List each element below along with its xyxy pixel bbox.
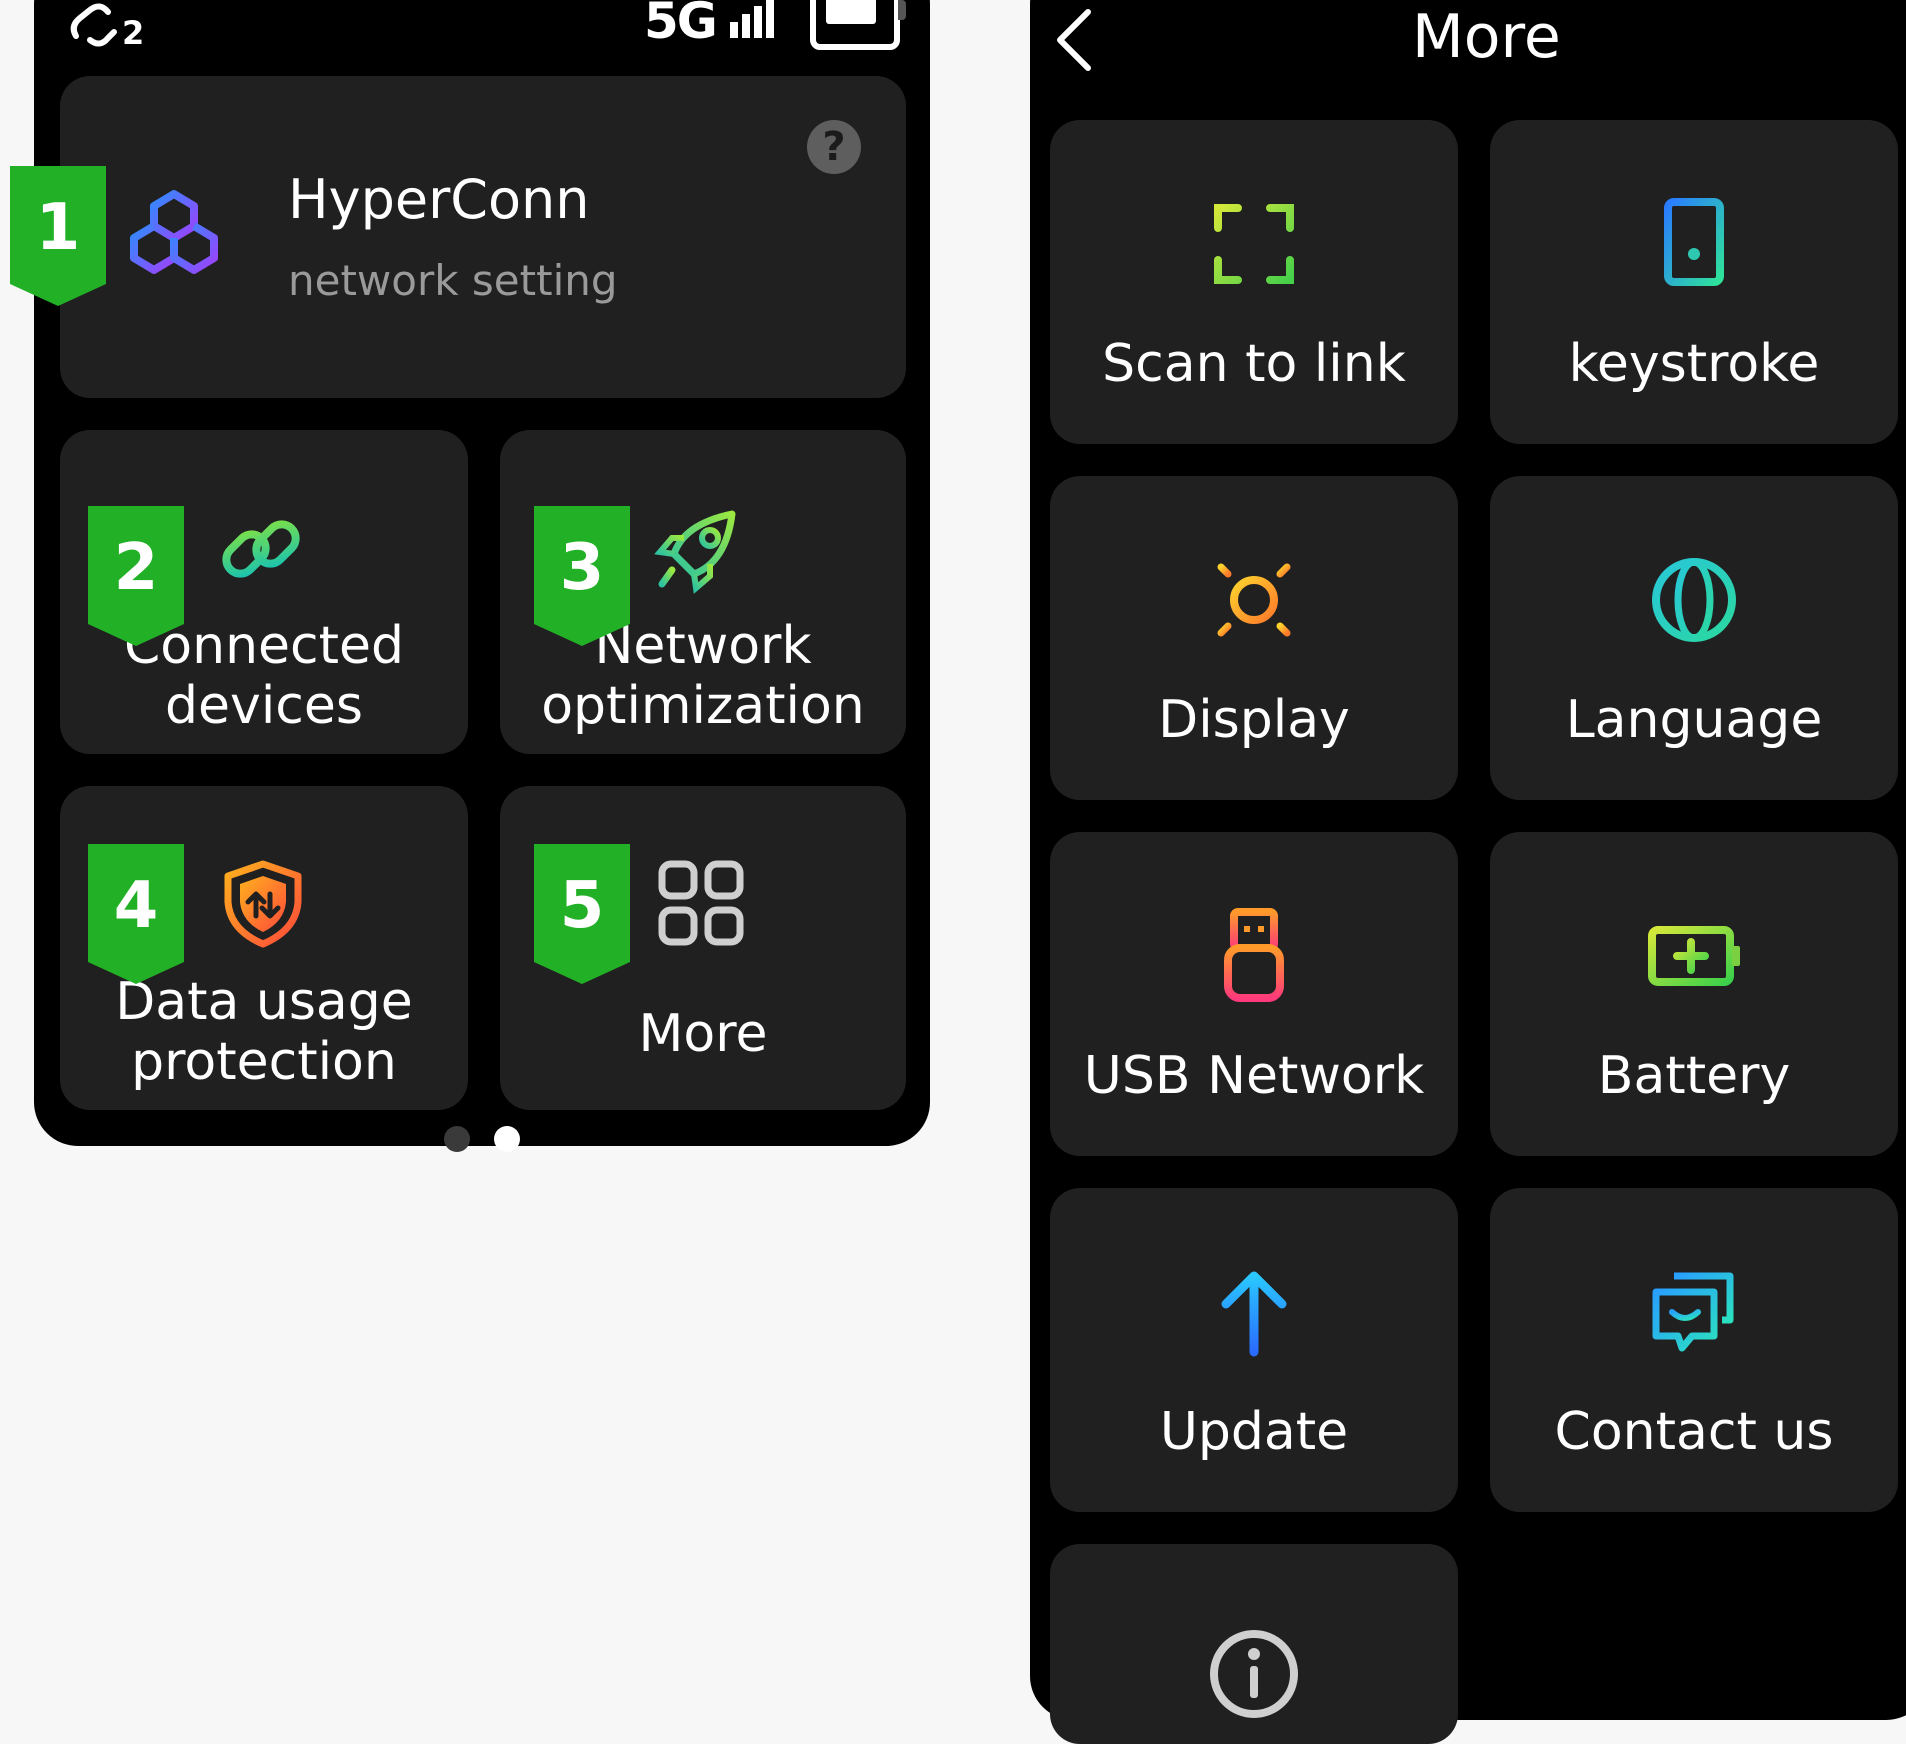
connected-devices-label-line2: devices — [165, 676, 363, 736]
rocket-icon — [654, 510, 736, 594]
data-usage-label-line2: protection — [131, 1032, 397, 1092]
scan-to-link-label: Scan to link — [1102, 334, 1406, 394]
about-item[interactable] — [1050, 1544, 1458, 1744]
callout-badge-2: 2 — [88, 506, 184, 646]
usb-network-item[interactable]: USB Network — [1050, 832, 1458, 1156]
link-status-icon: 2 — [70, 3, 144, 48]
hyperconn-logo-icon — [130, 190, 218, 274]
callout-badge-5: 5 — [534, 844, 630, 984]
callout-badge-1: 1 — [10, 166, 106, 306]
hyperconn-subtitle: network setting — [288, 256, 618, 305]
chat-icon — [1652, 1272, 1734, 1352]
page-indicator[interactable] — [444, 1126, 524, 1152]
network-optimization-label-line2: optimization — [541, 676, 865, 736]
more-tile-label: More — [638, 1004, 768, 1064]
network-type: 5G — [644, 0, 718, 50]
page-dot[interactable] — [444, 1126, 470, 1152]
scan-icon — [1214, 204, 1294, 284]
callout-badge-4: 4 — [88, 844, 184, 984]
battery-tip — [898, 0, 906, 20]
callout-badge-3: 3 — [534, 506, 630, 646]
language-item[interactable]: Language — [1490, 476, 1898, 800]
battery-item[interactable]: Battery — [1490, 832, 1898, 1156]
update-label: Update — [1159, 1402, 1349, 1462]
usb-icon — [1224, 908, 1284, 1002]
more-page-title: More — [1412, 2, 1561, 72]
back-arrow-icon[interactable] — [1054, 8, 1094, 72]
battery-label: Battery — [1597, 1046, 1791, 1106]
language-label: Language — [1565, 690, 1823, 750]
scan-to-link-item[interactable]: Scan to link — [1050, 120, 1458, 444]
sun-icon — [1204, 550, 1304, 650]
link-count: 2 — [122, 14, 144, 48]
update-item[interactable]: Update — [1050, 1188, 1458, 1512]
link-icon — [222, 520, 300, 578]
grid-icon — [658, 860, 744, 946]
page-dot-active[interactable] — [494, 1126, 520, 1152]
globe-icon — [1652, 558, 1736, 642]
display-item[interactable]: Display — [1050, 476, 1458, 800]
usb-network-label: USB Network — [1083, 1046, 1425, 1106]
contact-us-label: Contact us — [1554, 1402, 1834, 1462]
signal-icon — [730, 0, 774, 38]
hyperconn-title: HyperConn — [288, 168, 590, 231]
keystroke-label: keystroke — [1568, 334, 1820, 394]
keystroke-item[interactable]: keystroke — [1490, 120, 1898, 444]
info-icon — [1210, 1630, 1298, 1718]
contact-us-item[interactable]: Contact us — [1490, 1188, 1898, 1512]
shield-icon — [224, 860, 302, 948]
keystroke-icon — [1664, 198, 1724, 286]
arrow-up-icon — [1221, 1271, 1287, 1357]
battery-icon — [1648, 926, 1740, 986]
battery-status-icon — [810, 0, 900, 50]
display-label: Display — [1158, 690, 1350, 750]
help-icon[interactable]: ? — [807, 120, 861, 174]
